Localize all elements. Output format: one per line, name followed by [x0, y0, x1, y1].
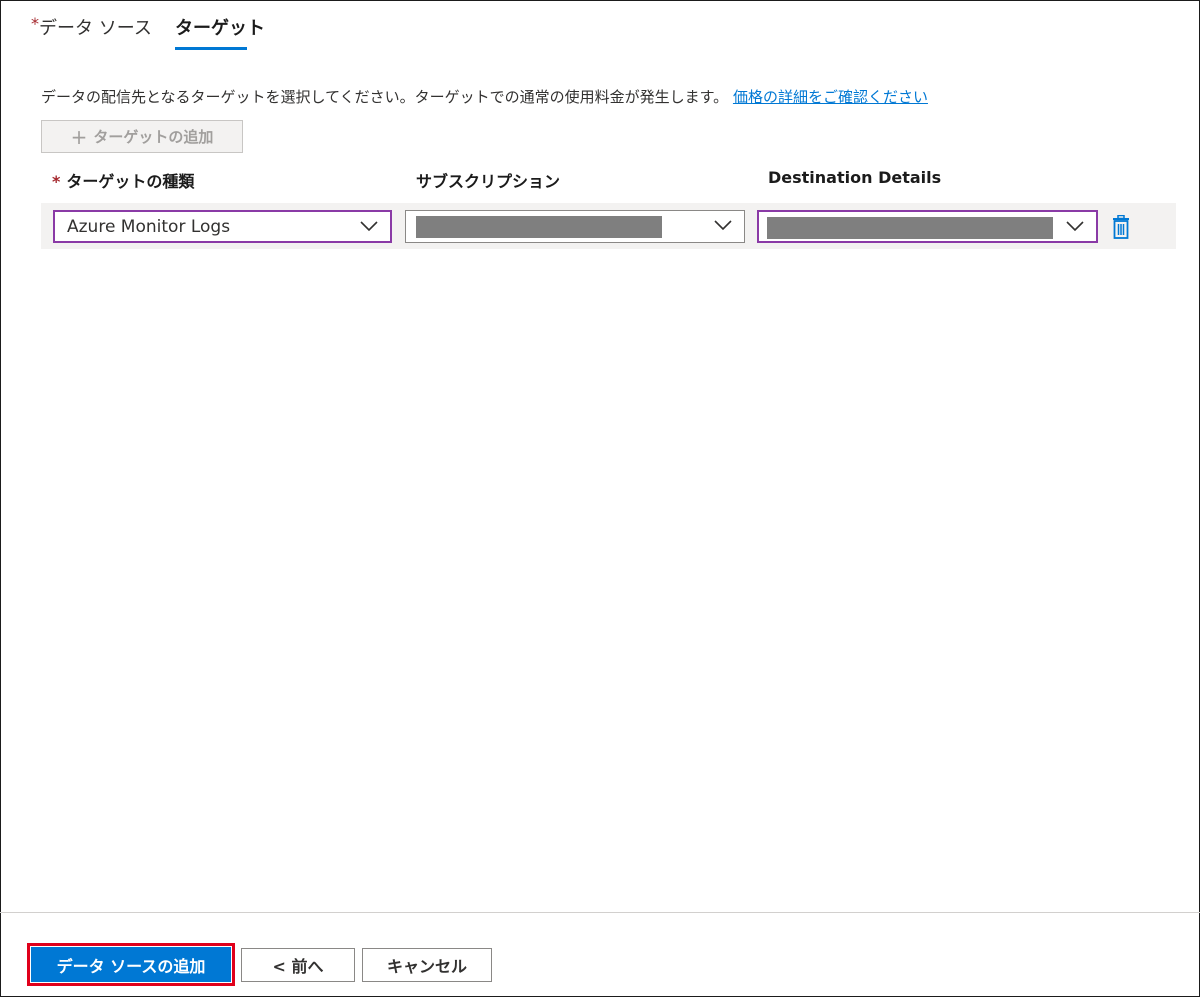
cancel-button[interactable]: キャンセル [362, 948, 492, 982]
column-header-destination-details: Destination Details [768, 168, 942, 187]
tab-datasource-label: データ ソース [39, 18, 152, 39]
description: データの配信先となるターゲットを選択してください。ターゲットでの通常の使用料金が… [41, 86, 928, 107]
redacted-destination-value [767, 217, 1053, 239]
tab-datasource[interactable]: *データ ソース [31, 14, 152, 40]
required-asterisk: * [31, 14, 39, 33]
plus-icon: + [70, 124, 88, 149]
delete-trash-icon[interactable] [1111, 215, 1131, 239]
active-tab-indicator [175, 47, 247, 50]
pricing-details-link[interactable]: 価格の詳細をご確認ください [733, 88, 928, 106]
chevron-down-icon [360, 221, 378, 232]
column-header-target-type: * ターゲットの種類 [52, 168, 194, 192]
description-text: データの配信先となるターゲットを選択してください。ターゲットでの通常の使用料金が… [41, 88, 729, 106]
target-type-dropdown[interactable]: Azure Monitor Logs [53, 210, 392, 243]
footer-divider [0, 912, 1200, 913]
destination-details-dropdown[interactable] [757, 210, 1098, 243]
required-asterisk: * [52, 172, 61, 191]
column-header-subscription: サブスクリプション [416, 172, 561, 191]
add-target-button[interactable]: + ターゲットの追加 [41, 120, 243, 153]
column-label-target-type: ターゲットの種類 [66, 172, 195, 191]
tab-target[interactable]: ターゲット [175, 14, 265, 40]
subscription-dropdown[interactable] [405, 210, 745, 243]
previous-button[interactable]: < 前へ [241, 948, 355, 982]
tab-target-label: ターゲット [175, 18, 265, 39]
redacted-subscription-value [416, 216, 662, 238]
add-target-label: ターゲットの追加 [93, 128, 214, 146]
target-type-value: Azure Monitor Logs [67, 216, 231, 237]
chevron-down-icon [714, 220, 732, 231]
add-datasource-button[interactable]: データ ソースの追加 [31, 947, 231, 982]
chevron-down-icon [1066, 221, 1084, 232]
